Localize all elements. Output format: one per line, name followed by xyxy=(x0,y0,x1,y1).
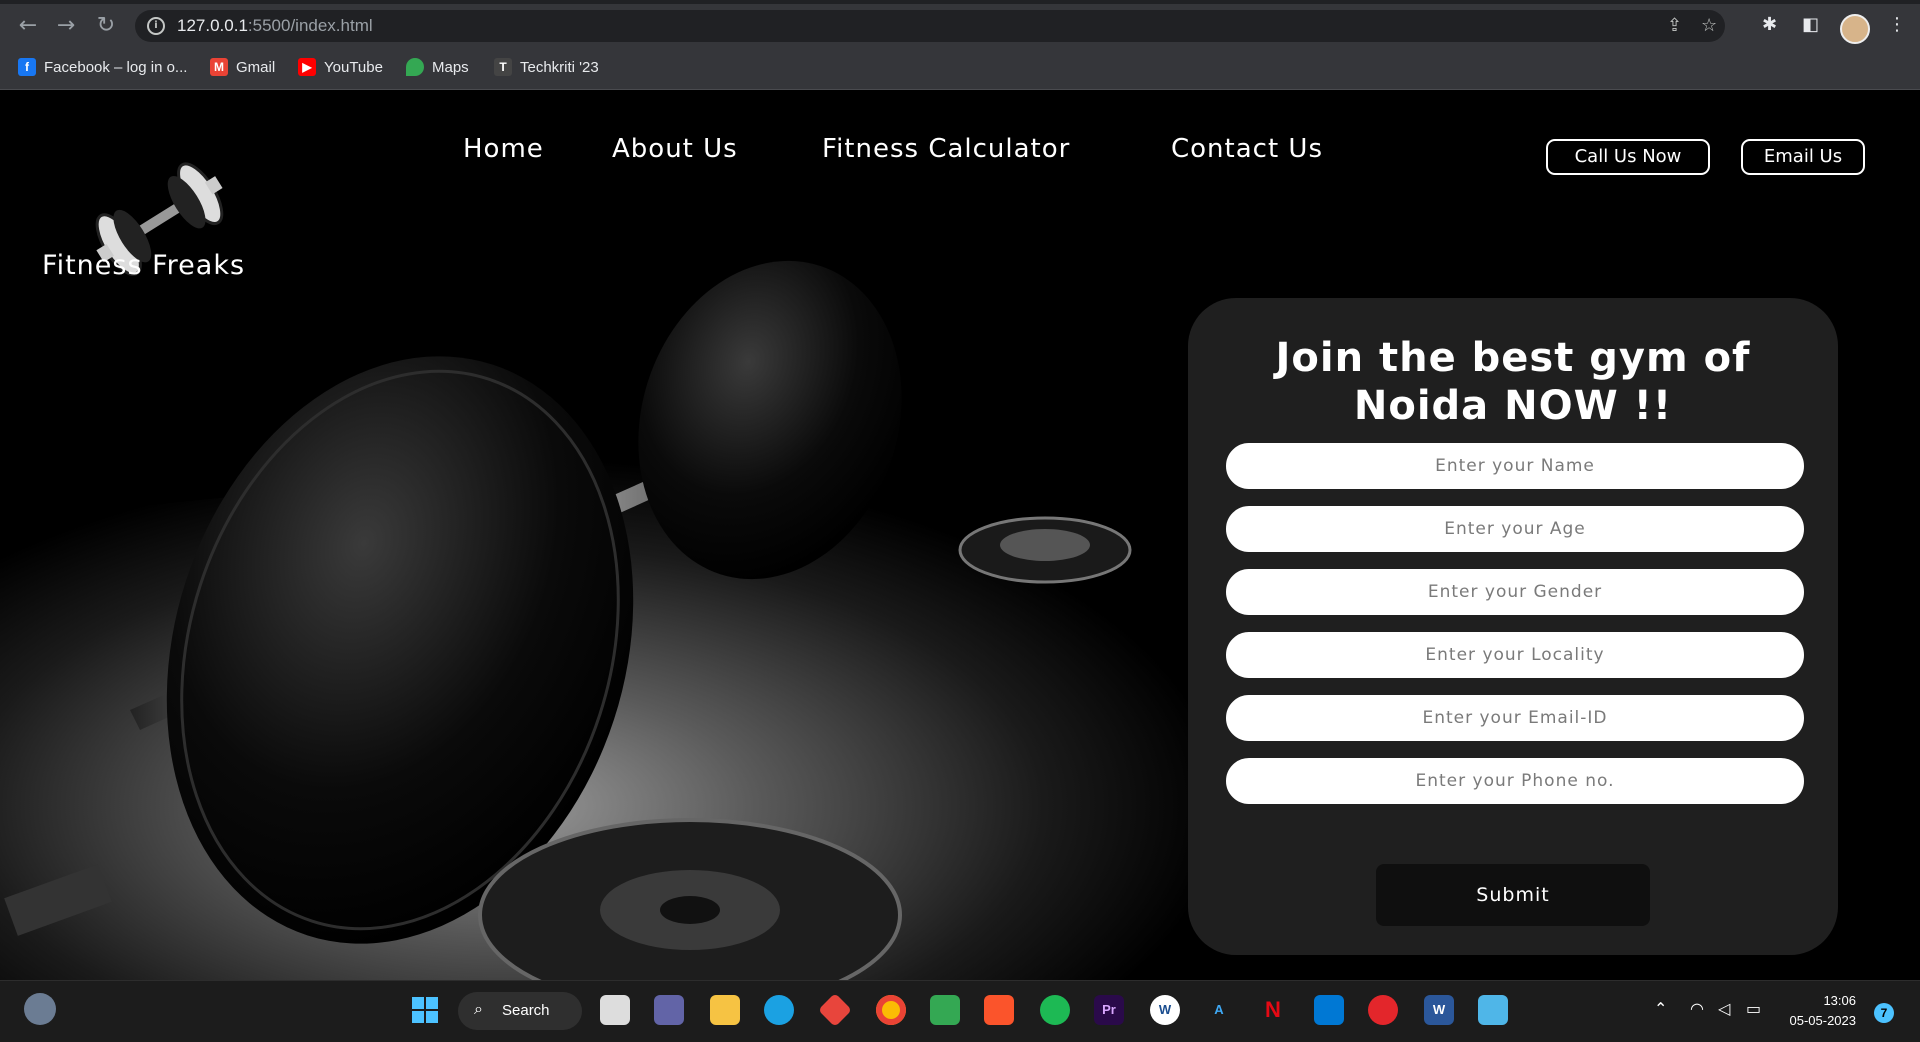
gmail-icon: M xyxy=(210,58,228,76)
notification-badge[interactable]: 7 xyxy=(1874,1003,1894,1023)
taskbar-clock[interactable]: 13:06 05-05-2023 xyxy=(1786,991,1857,1031)
bookmark-star-icon[interactable]: ☆ xyxy=(1701,15,1717,36)
profile-avatar[interactable] xyxy=(1840,14,1870,44)
bookmarks-bar: f Facebook – log in o... M Gmail ▶ YouTu… xyxy=(0,50,1920,86)
spotify-icon[interactable] xyxy=(1040,995,1070,1025)
call-us-now-button[interactable]: Call Us Now xyxy=(1546,139,1710,175)
search-icon: ⌕ xyxy=(474,1001,483,1018)
url-text[interactable]: 127.0.0.1:5500/index.html xyxy=(177,16,373,36)
side-panel-icon[interactable]: ◧ xyxy=(1802,14,1819,35)
teams-chat-icon[interactable] xyxy=(654,995,684,1025)
netflix-icon[interactable]: N xyxy=(1258,995,1288,1025)
url-path: :5500/index.html xyxy=(247,16,373,35)
notepad-icon[interactable] xyxy=(1478,995,1508,1025)
classroom-icon[interactable] xyxy=(930,995,960,1025)
signup-card: Join the best gym ofNoida NOW !! Submit xyxy=(1188,298,1838,955)
nav-fitness-calculator[interactable]: Fitness Calculator xyxy=(822,134,1070,164)
git-app-icon[interactable] xyxy=(818,993,852,1027)
mcafee-icon[interactable] xyxy=(1368,995,1398,1025)
bookmark-maps[interactable]: Maps xyxy=(406,58,469,76)
reload-icon[interactable]: ↻ xyxy=(92,12,120,40)
browser-chrome: ← → ↻ i 127.0.0.1:5500/index.html ⇪ ☆ ✱ … xyxy=(0,0,1920,90)
azure-icon[interactable]: A xyxy=(1204,995,1234,1025)
email-input[interactable] xyxy=(1226,695,1804,741)
brand-name[interactable]: Fitness Freaks xyxy=(42,250,245,281)
share-icon[interactable]: ⇪ xyxy=(1667,15,1682,36)
youtube-icon: ▶ xyxy=(298,58,316,76)
nav-home[interactable]: Home xyxy=(463,134,544,164)
address-bar[interactable]: i 127.0.0.1:5500/index.html ⇪ ☆ xyxy=(135,10,1725,42)
taskbar-search[interactable]: ⌕ Search xyxy=(458,992,582,1030)
submit-button[interactable]: Submit xyxy=(1376,864,1650,926)
phone-input[interactable] xyxy=(1226,758,1804,804)
task-view-icon[interactable] xyxy=(600,995,630,1025)
bookmark-youtube[interactable]: ▶ YouTube xyxy=(298,58,383,76)
chrome-icon[interactable] xyxy=(876,995,906,1025)
maps-icon xyxy=(406,58,424,76)
chevron-up-icon[interactable]: ⌃ xyxy=(1654,999,1667,1018)
browser-toolbar: ← → ↻ i 127.0.0.1:5500/index.html ⇪ ☆ ✱ … xyxy=(0,4,1920,48)
menu-kebab-icon[interactable]: ⋮ xyxy=(1888,14,1906,35)
extensions-icon[interactable]: ✱ xyxy=(1762,14,1777,35)
nav-contact-us[interactable]: Contact Us xyxy=(1171,134,1323,164)
clock-date: 05-05-2023 xyxy=(1789,1013,1857,1028)
facebook-icon: f xyxy=(18,58,36,76)
bookmark-gmail[interactable]: M Gmail xyxy=(210,58,275,76)
signup-heading: Join the best gym of Noida NOW !! xyxy=(1218,334,1808,430)
word-icon[interactable]: W xyxy=(1424,995,1454,1025)
web-page: Fitness Freaks Home About Us Fitness Cal… xyxy=(0,90,1920,980)
forward-arrow-icon[interactable]: → xyxy=(52,12,80,40)
search-label: Search xyxy=(502,1002,550,1019)
heading-line-2: Noida NOW !! xyxy=(1353,383,1673,429)
volume-icon[interactable]: ◁ xyxy=(1718,999,1730,1018)
wifi-icon[interactable]: ◠ xyxy=(1690,999,1704,1018)
heading-line-1: Join the best gym of xyxy=(1275,335,1751,381)
windows-start-icon[interactable] xyxy=(410,995,440,1025)
bookmark-facebook[interactable]: f Facebook – log in o... xyxy=(18,58,187,76)
bookmark-techkriti[interactable]: T Techkriti '23 xyxy=(494,58,599,76)
bookmark-label: Techkriti '23 xyxy=(520,58,599,76)
wordpress-icon[interactable]: W xyxy=(1150,995,1180,1025)
clock-time: 13:06 xyxy=(1823,993,1856,1008)
gender-input[interactable] xyxy=(1226,569,1804,615)
techkriti-icon: T xyxy=(494,58,512,76)
email-us-button[interactable]: Email Us xyxy=(1741,139,1865,175)
brave-icon[interactable] xyxy=(984,995,1014,1025)
age-input[interactable] xyxy=(1226,506,1804,552)
battery-icon[interactable]: ▭ xyxy=(1746,999,1761,1018)
bookmark-label: Facebook – log in o... xyxy=(44,58,188,76)
name-input[interactable] xyxy=(1226,443,1804,489)
bookmark-label: YouTube xyxy=(324,58,383,76)
url-host: 127.0.0.1 xyxy=(177,16,248,35)
weather-icon[interactable] xyxy=(24,993,56,1025)
windows-taskbar: ⌕ Search Pr W A N W ⌃ ◠ ◁ ▭ 13:06 05-05-… xyxy=(0,980,1920,1042)
bookmark-label: Gmail xyxy=(236,58,276,76)
edge-icon[interactable] xyxy=(764,995,794,1025)
back-arrow-icon[interactable]: ← xyxy=(14,12,42,40)
file-explorer-icon[interactable] xyxy=(710,995,740,1025)
vscode-icon[interactable] xyxy=(1314,995,1344,1025)
bookmark-label: Maps xyxy=(432,58,469,76)
nav-about-us[interactable]: About Us xyxy=(612,134,738,164)
site-info-icon[interactable]: i xyxy=(147,17,165,35)
premiere-pro-icon[interactable]: Pr xyxy=(1094,995,1124,1025)
locality-input[interactable] xyxy=(1226,632,1804,678)
